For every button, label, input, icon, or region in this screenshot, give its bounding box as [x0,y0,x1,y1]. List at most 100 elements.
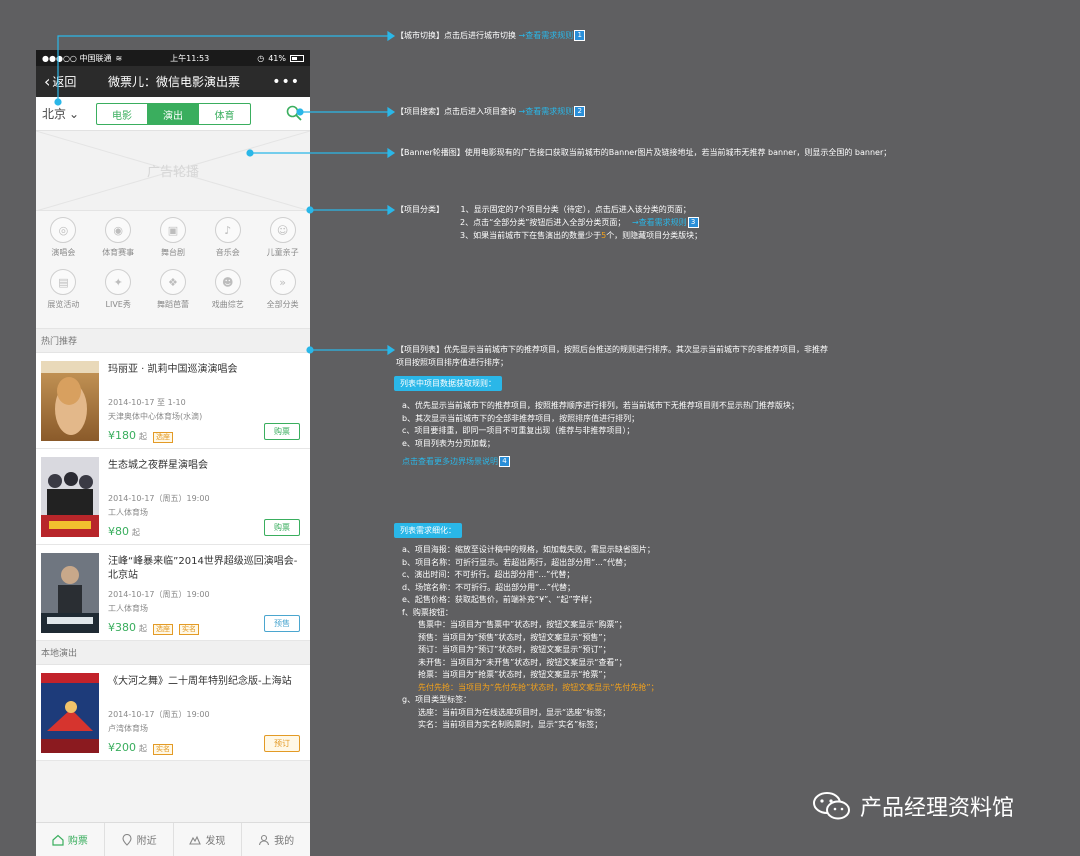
annotation-search: 【项目搜索】点击后进入项目查询 →查看需求规则 2 [396,106,586,119]
more-menu-button[interactable]: ••• [272,74,300,90]
exhibition-icon: ▤ [50,269,77,295]
wifi-icon: ≋ [115,53,123,63]
tag-seat: 选座 [153,624,173,635]
item-price: ¥80 起 [108,525,140,538]
category-exhibition[interactable]: ▤ 展览活动 [36,269,91,321]
bottom-tab-bar: 购票 附近 发现 我的 [36,822,310,856]
page-title: 微票儿：微信电影演出票 [108,75,241,89]
poster-image [41,673,99,753]
music-icon: ♪ [214,217,241,243]
item-venue: 天津奥体中心体育场(水滴) [108,412,203,421]
tab-sports[interactable]: 体育 [199,104,250,124]
tag-seat: 选座 [153,432,173,443]
item-name: 《大河之舞》二十周年特别纪念版-上海站 [108,676,292,687]
view-rule-link[interactable]: →查看需求规则 [519,31,574,40]
category-music[interactable]: ♪ 音乐会 [200,217,255,269]
alarm-icon: ◷ [257,53,265,63]
chevron-down-icon: ⌄ [69,106,80,121]
chevron-left-icon: ‹ [44,71,51,91]
item-price: ¥200 起 实名 [108,741,173,755]
city-switch[interactable]: 北京 ⌄ [42,105,79,122]
annotation-list-rules: a、优先显示当前城市下的推荐项目，按照推荐顺序进行排列，若当前城市下无推荐项目则… [402,401,799,467]
item-name: 汪峰“峰暴来临”2014世界超级巡回演唱会-北京站 [108,556,298,581]
tab-show[interactable]: 演出 [148,104,199,124]
poster-image [41,553,99,633]
item-date: 2014-10-17（周五）19:00 [108,494,210,503]
discover-icon [189,835,202,845]
tab-buy-ticket[interactable]: 购票 [36,823,105,856]
buy-button[interactable]: 购票 [264,519,300,536]
item-date: 2014-10-17（周五）19:00 [108,590,210,599]
category-concert[interactable]: ◎ 演唱会 [36,217,91,269]
marker-2: 2 [574,106,586,117]
category-all[interactable]: » 全部分类 [255,269,310,321]
marker-3: 3 [687,217,699,228]
poster-image [41,361,99,441]
tag-realname: 实名 [179,624,199,635]
item-date: 2014-10-17 至 1-10 [108,398,186,407]
user-icon [259,834,270,845]
phone-screen: ●●●○○ 中国联通 ≋ 上午11:53 ◷ 41% ‹ 返回 微票儿：微信电影… [36,50,310,856]
presale-button[interactable]: 预售 [264,615,300,632]
category-opera[interactable]: ☻ 戏曲综艺 [200,269,255,321]
double-chevron-right-icon: » [269,269,296,295]
item-price: ¥380 起 选座 实名 [108,621,199,635]
category-live[interactable]: ✦ LIVE秀 [91,269,146,321]
category-kids[interactable]: ☺ 儿童亲子 [255,217,310,269]
boundary-cases-link[interactable]: 点击查看更多边界场景说明 [402,457,498,466]
item-venue: 工人体育场 [108,604,148,613]
annotation-city-switch: 【城市切换】点击后进行城市切换 →查看需求规则 1 [396,30,586,43]
category-drama[interactable]: ▣ 舞台剧 [146,217,201,269]
live-icon: ✦ [105,269,132,295]
carrier: ●●●○○ 中国联通 [42,53,112,63]
back-label: 返回 [52,75,77,89]
battery-percent: 41% [268,53,286,63]
item-name: 玛丽亚 · 凯莉中国巡演演唱会 [108,364,238,375]
poster-image [41,457,99,537]
list-item[interactable]: 玛丽亚 · 凯莉中国巡演演唱会 2014-10-17 至 1-10 天津奥体中心… [36,353,310,449]
brand-name: 产品经理资料馆 [860,796,1015,821]
trophy-icon: ◉ [105,217,132,243]
list-item[interactable]: 《大河之舞》二十周年特别纪念版-上海站 2014-10-17（周五）19:00 … [36,665,310,761]
marker-4: 4 [499,456,510,467]
category-grid: ◎ 演唱会 ◉ 体育赛事 ▣ 舞台剧 ♪ 音乐会 ☺ 儿童亲子 ▤ 展览活动 ✦ LIVE秀 … [36,211,310,329]
list-item[interactable]: 汪峰“峰暴来临”2014世界超级巡回演唱会-北京站 2014-10-17（周五）… [36,545,310,641]
reserve-button[interactable]: 预订 [264,735,300,752]
tab-movie[interactable]: 电影 [97,104,148,124]
tag-realname: 实名 [153,744,173,755]
view-rule-link[interactable]: →查看需求规则 [632,218,687,227]
item-venue: 工人体育场 [108,508,148,517]
tab-mine[interactable]: 我的 [242,823,310,856]
list-item[interactable]: 生态城之夜群星演唱会 2014-10-17（周五）19:00 工人体育场 ¥80… [36,449,310,545]
annotation-category-line2: 2、点击“全部分类”按钮后进入全部分类页面； →查看需求规则 3 [460,217,699,230]
home-icon [52,834,64,846]
kids-icon: ☺ [269,217,296,243]
tab-nearby[interactable]: 附近 [105,823,174,856]
category-sports[interactable]: ◉ 体育赛事 [91,217,146,269]
section-title-hot: 热门推荐 [36,329,310,353]
search-icon[interactable] [286,105,302,121]
microphone-icon: ◎ [50,217,77,243]
battery-icon [289,54,304,62]
view-rule-link[interactable]: →查看需求规则 [519,107,574,116]
category-row: ◎ 演唱会 ◉ 体育赛事 ▣ 舞台剧 ♪ 音乐会 ☺ 儿童亲子 [36,217,310,269]
category-tabs: 电影 演出 体育 [96,103,251,125]
annotation-banner: 【Banner轮播图】使用电影现有的广告接口获取当前城市的Banner图片及链接… [396,148,892,157]
item-date: 2014-10-17（周五）19:00 [108,710,210,719]
brand-watermark: 产品经理资料馆 [812,790,1014,822]
annotation-list: 【项目列表】优先显示当前城市下的推荐项目，按照后台推送的规则进行排序。其次显示当… [396,345,828,367]
tab-discover[interactable]: 发现 [174,823,243,856]
banner-label: 广告轮播 [146,165,199,180]
buy-button[interactable]: 购票 [264,423,300,440]
annotation-list-refine: a、项目海报：缩放至设计稿中的规格，如加载失败，需显示缺省图片； b、项目名称：… [402,545,659,729]
top-filter-row: 北京 ⌄ 电影 演出 体育 [36,97,310,131]
nav-bar: ‹ 返回 微票儿：微信电影演出票 ••• [36,66,310,97]
section-pill-data-rules: 列表中项目数据获取规则： [394,376,502,391]
back-button[interactable]: ‹ 返回 [44,73,76,90]
category-dance[interactable]: ❖ 舞蹈芭蕾 [146,269,201,321]
banner-carousel[interactable]: 广告轮播 [36,131,310,211]
opera-icon: ☻ [214,269,241,295]
section-title-local: 本地演出 [36,641,310,665]
wechat-icon [813,792,850,820]
category-row: ▤ 展览活动 ✦ LIVE秀 ❖ 舞蹈芭蕾 ☻ 戏曲综艺 » 全部分类 [36,269,310,321]
